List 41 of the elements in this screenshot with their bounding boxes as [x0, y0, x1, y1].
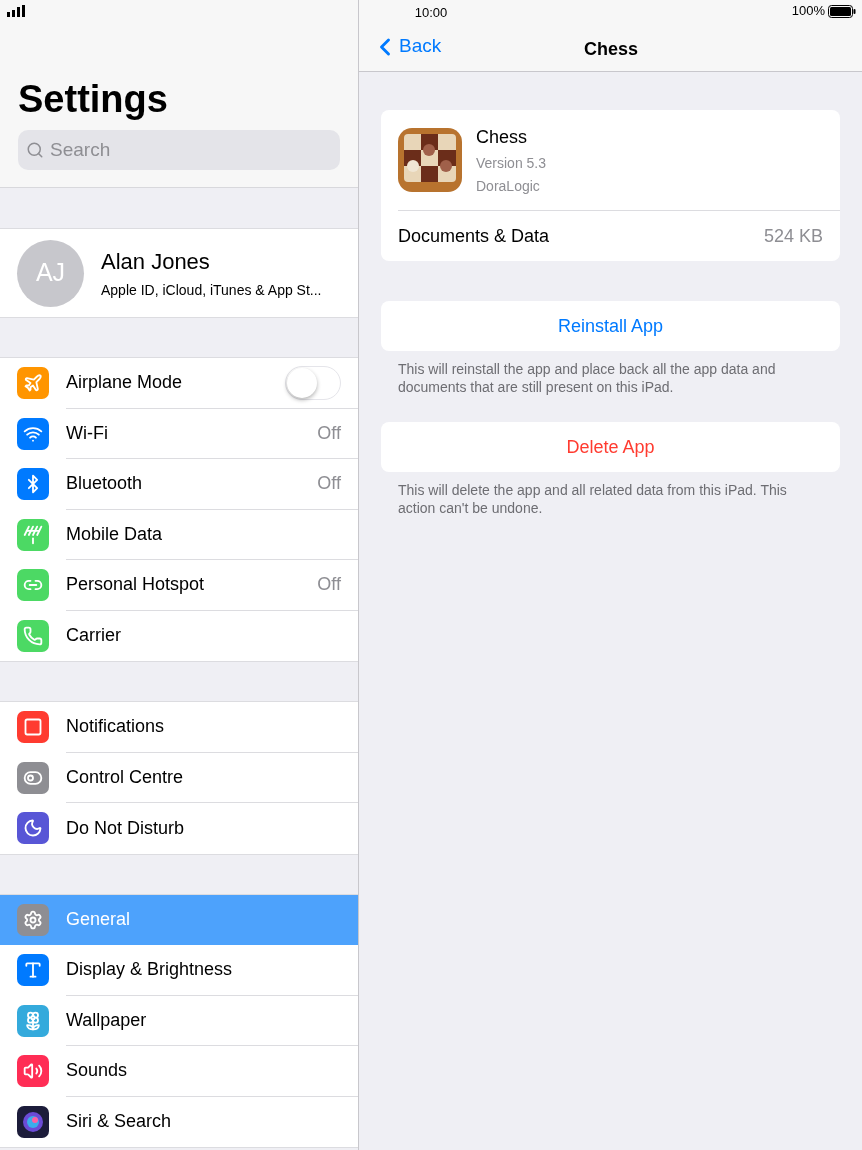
row-value: Off [317, 421, 341, 445]
toggle-switch[interactable] [285, 365, 341, 400]
row-label: General [66, 908, 132, 932]
row-label: Siri & Search [66, 1110, 173, 1134]
row-value: Off [317, 472, 341, 496]
row-label: Airplane Mode [66, 371, 184, 395]
search-icon [26, 141, 44, 159]
row-label: Wi-Fi [66, 421, 109, 445]
usage-label: Documents & Data [398, 224, 551, 248]
profile-subtitle: Apple ID, iCloud, iTunes & App St... [101, 281, 322, 300]
sidebar-title: Settings [18, 77, 169, 122]
action-note: This will reinstall the app and place back all the app data and documents that are still present on this iPad. [397, 360, 777, 396]
row-label: Personal Hotspot [66, 573, 206, 597]
usage-value: 524 KB [763, 224, 823, 248]
battery-percent: 100% [791, 2, 825, 21]
profile-name: Alan Jones [101, 248, 211, 276]
row-label: Sounds [66, 1059, 129, 1083]
back-button[interactable]: Back [359, 32, 442, 61]
status-time: 10:00 [413, 4, 449, 22]
app-developer: DoraLogic [476, 176, 541, 196]
battery-icon [828, 4, 856, 18]
action-note: This will delete the app and all related data from this iPad. This action can't be undone. [397, 481, 788, 517]
delete-button[interactable]: Delete App [381, 422, 840, 472]
row-value: Off [317, 573, 341, 597]
reinstall-button[interactable]: Reinstall App [381, 301, 840, 351]
search-field[interactable]: Search [18, 130, 340, 170]
row-label: Bluetooth [66, 472, 144, 496]
row-label: Carrier [66, 624, 122, 648]
row-label: Notifications [66, 715, 166, 739]
row-label: Wallpaper [66, 1008, 148, 1032]
app-name: Chess [476, 125, 529, 149]
signal-icon [7, 5, 27, 17]
app-version: Version 5.3 [476, 153, 547, 173]
avatar: AJ [17, 239, 84, 307]
row-label: Control Centre [66, 765, 185, 789]
row-label: Display & Brightness [66, 958, 234, 982]
row-label: Mobile Data [66, 522, 164, 546]
chess-board-icon [398, 128, 462, 192]
nav-title: Chess [583, 38, 639, 61]
row-label: Do Not Disturb [66, 816, 186, 840]
profile-row[interactable]: AJ Alan Jones Apple ID, iCloud, iTunes & App St... [0, 228, 358, 318]
